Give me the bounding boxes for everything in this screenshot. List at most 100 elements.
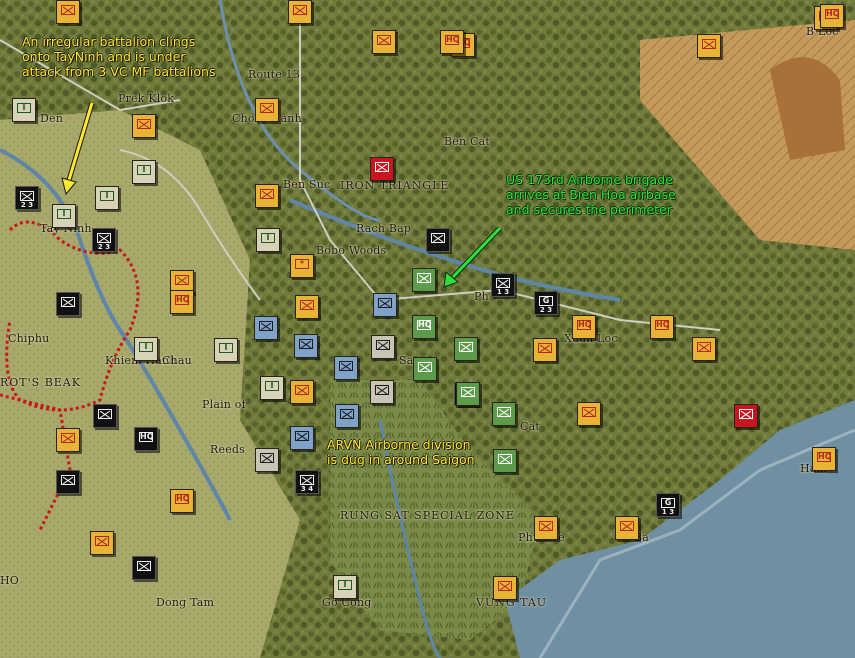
unit-counter[interactable] bbox=[132, 556, 156, 580]
unit-counter[interactable] bbox=[56, 428, 80, 452]
unit-counter[interactable]: HQ bbox=[440, 30, 464, 54]
unit-symbol: HQ bbox=[175, 494, 189, 504]
unit-counter[interactable]: I bbox=[12, 98, 36, 122]
unit-counter[interactable] bbox=[255, 184, 279, 208]
place-label: RUNG SAT SPECIAL ZONE bbox=[340, 509, 515, 522]
unit-counter[interactable] bbox=[93, 404, 117, 428]
unit-counter[interactable] bbox=[615, 516, 639, 540]
place-label: ROT'S BEAK bbox=[0, 376, 81, 389]
unit-symbol bbox=[739, 409, 753, 419]
unit-strength: 2 3 bbox=[20, 201, 34, 209]
unit-counter[interactable] bbox=[371, 335, 395, 359]
unit-symbol bbox=[260, 189, 274, 199]
unit-counter[interactable]: I bbox=[256, 228, 280, 252]
unit-counter[interactable]: HQ bbox=[170, 489, 194, 513]
unit-counter[interactable] bbox=[255, 98, 279, 122]
unit-symbol bbox=[702, 39, 716, 49]
unit-counter[interactable] bbox=[493, 576, 517, 600]
unit-counter[interactable] bbox=[697, 34, 721, 58]
unit-symbol: HQ bbox=[417, 320, 431, 330]
unit-counter[interactable] bbox=[456, 382, 480, 406]
unit-symbol bbox=[461, 387, 475, 397]
unit-counter[interactable] bbox=[534, 516, 558, 540]
unit-counter[interactable]: 3 4 bbox=[295, 470, 319, 494]
unit-symbol: * bbox=[295, 259, 309, 269]
unit-counter[interactable]: HQ bbox=[134, 427, 158, 451]
unit-counter[interactable]: 2 3 bbox=[92, 228, 116, 252]
unit-counter[interactable] bbox=[254, 316, 278, 340]
unit-counter[interactable]: HQ bbox=[820, 4, 844, 28]
unit-counter[interactable] bbox=[295, 295, 319, 319]
unit-counter[interactable] bbox=[692, 337, 716, 361]
unit-symbol bbox=[582, 407, 596, 417]
unit-counter[interactable] bbox=[373, 293, 397, 317]
unit-counter[interactable]: I bbox=[95, 186, 119, 210]
unit-symbol bbox=[97, 233, 111, 243]
place-label: Ben Suc bbox=[283, 178, 331, 191]
unit-counter[interactable]: I bbox=[214, 338, 238, 362]
unit-counter[interactable]: I bbox=[134, 337, 158, 361]
unit-counter[interactable]: G2 3 bbox=[534, 291, 558, 315]
unit-counter[interactable] bbox=[372, 30, 396, 54]
unit-counter[interactable]: I bbox=[333, 575, 357, 599]
unit-counter[interactable]: I bbox=[52, 204, 76, 228]
unit-counter[interactable]: HQ bbox=[170, 290, 194, 314]
game-map[interactable]: Prek Klok Route 13 Chon Thanh Ben Cat Be… bbox=[0, 0, 855, 658]
unit-counter[interactable] bbox=[492, 402, 516, 426]
unit-counter[interactable]: I bbox=[260, 376, 284, 400]
unit-symbol bbox=[259, 321, 273, 331]
unit-counter[interactable] bbox=[734, 404, 758, 428]
unit-counter[interactable]: 2 3 bbox=[15, 186, 39, 210]
unit-counter[interactable] bbox=[334, 356, 358, 380]
unit-counter[interactable]: * bbox=[290, 254, 314, 278]
unit-counter[interactable]: G1 3 bbox=[656, 493, 680, 517]
unit-symbol bbox=[295, 385, 309, 395]
unit-counter[interactable] bbox=[294, 334, 318, 358]
unit-symbol bbox=[299, 339, 313, 349]
unit-counter[interactable] bbox=[577, 402, 601, 426]
unit-counter[interactable] bbox=[412, 268, 436, 292]
unit-counter[interactable]: HQ bbox=[812, 447, 836, 471]
unit-counter[interactable]: HQ bbox=[650, 315, 674, 339]
unit-counter[interactable] bbox=[413, 357, 437, 381]
unit-counter[interactable] bbox=[426, 228, 450, 252]
unit-symbol bbox=[175, 275, 189, 285]
unit-symbol bbox=[61, 433, 75, 443]
place-label: Ben Cat bbox=[444, 135, 490, 148]
unit-symbol bbox=[539, 521, 553, 531]
unit-counter[interactable] bbox=[454, 337, 478, 361]
unit-counter[interactable] bbox=[493, 449, 517, 473]
unit-symbol bbox=[620, 521, 634, 531]
unit-symbol bbox=[260, 453, 274, 463]
unit-counter[interactable] bbox=[90, 531, 114, 555]
unit-counter[interactable] bbox=[288, 0, 312, 24]
unit-symbol: HQ bbox=[825, 9, 839, 19]
place-label: Prek Klok bbox=[118, 92, 175, 105]
unit-counter[interactable] bbox=[56, 0, 80, 24]
unit-counter[interactable]: HQ bbox=[412, 315, 436, 339]
unit-symbol bbox=[295, 431, 309, 441]
unit-counter[interactable] bbox=[290, 426, 314, 450]
unit-symbol: I bbox=[338, 580, 352, 590]
unit-counter[interactable] bbox=[290, 380, 314, 404]
unit-symbol: I bbox=[57, 209, 71, 219]
unit-counter[interactable]: I bbox=[132, 160, 156, 184]
unit-symbol: HQ bbox=[445, 35, 459, 45]
place-label: Den bbox=[40, 112, 64, 125]
unit-counter[interactable] bbox=[370, 380, 394, 404]
unit-counter[interactable] bbox=[255, 448, 279, 472]
unit-symbol bbox=[431, 233, 445, 243]
unit-symbol bbox=[497, 407, 511, 417]
unit-counter[interactable] bbox=[370, 157, 394, 181]
unit-counter[interactable] bbox=[132, 114, 156, 138]
unit-counter[interactable] bbox=[56, 470, 80, 494]
unit-counter[interactable] bbox=[335, 404, 359, 428]
unit-counter[interactable] bbox=[533, 338, 557, 362]
unit-counter[interactable]: 1 3 bbox=[491, 273, 515, 297]
unit-symbol: HQ bbox=[655, 320, 669, 330]
unit-counter[interactable]: HQ bbox=[572, 315, 596, 339]
unit-counter[interactable] bbox=[56, 292, 80, 316]
unit-symbol: I bbox=[219, 343, 233, 353]
place-label: Ph bbox=[474, 290, 489, 303]
unit-symbol bbox=[20, 191, 34, 201]
